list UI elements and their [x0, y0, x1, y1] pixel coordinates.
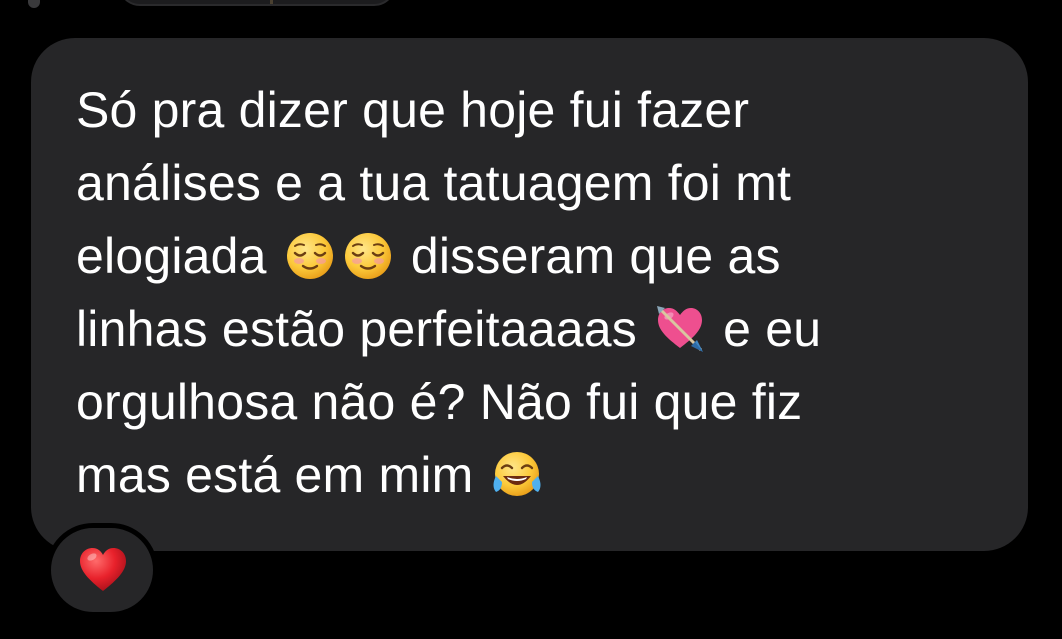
heart-with-arrow-emoji — [655, 304, 705, 354]
message-line: mas está em mim — [76, 439, 1016, 512]
message-line: linhas estão perfeitaaaas e eu — [76, 293, 1016, 366]
reaction-badge[interactable] — [46, 523, 158, 617]
message-line: Só pra dizer que hoje fui fazer — [76, 74, 1016, 147]
red-heart-icon — [80, 548, 126, 591]
message-text-segment: análises e a tua tatuagem foi mt — [76, 155, 792, 211]
message-text-segment: mas está em mim — [76, 447, 488, 503]
relieved-face-emoji — [343, 231, 393, 281]
message-text-segment: orgulhosa não é? Não fui que fiz — [76, 374, 803, 430]
message-line: orgulhosa não é? Não fui que fiz — [76, 366, 1016, 439]
message-text-segment: linhas estão perfeitaaaas — [76, 301, 652, 357]
previous-message-edge — [28, 0, 40, 8]
message-text: Só pra dizer que hoje fui fazer análises … — [76, 74, 1016, 512]
message-text-segment: disseram que as — [396, 228, 781, 284]
message-text-segment: e eu — [709, 301, 822, 357]
thumbnail-detail — [270, 0, 273, 4]
tears-of-joy-emoji — [492, 450, 542, 500]
message-line: elogiada disseram que as — [76, 220, 1016, 293]
previous-message-thumbnail[interactable] — [118, 0, 396, 6]
message-text-segment: elogiada — [76, 228, 281, 284]
relieved-face-emoji — [285, 231, 335, 281]
message-text-segment: Só pra dizer que hoje fui fazer — [76, 82, 750, 138]
message-line: análises e a tua tatuagem foi mt — [76, 147, 1016, 220]
